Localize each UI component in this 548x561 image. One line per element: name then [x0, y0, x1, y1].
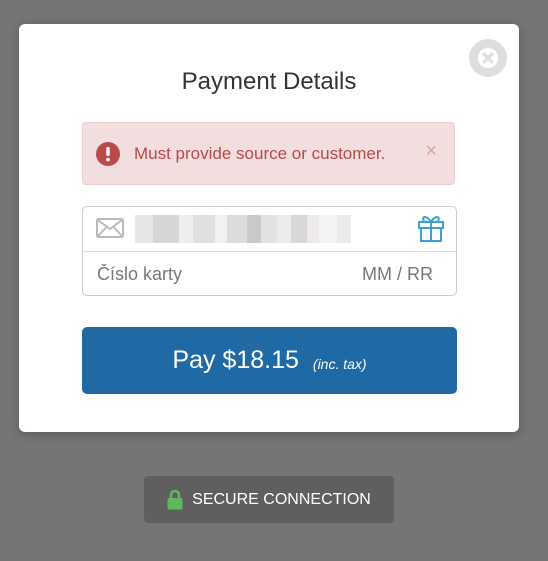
- expiry-field[interactable]: [353, 260, 433, 288]
- modal-title: Payment Details: [181, 68, 357, 95]
- card-number-field[interactable]: [97, 260, 297, 288]
- exclamation-circle-icon: [96, 141, 120, 166]
- secure-connection-label: SECURE CONNECTION: [192, 490, 371, 508]
- secure-connection-badge: SECURE CONNECTION: [144, 476, 394, 523]
- gift-icon[interactable]: [417, 213, 445, 248]
- alert-dismiss-button[interactable]: ×: [425, 141, 437, 161]
- envelope-icon: [96, 218, 124, 243]
- alert-message: Must provide source or customer.: [134, 143, 386, 163]
- email-row: [83, 207, 456, 252]
- email-field[interactable]: [135, 215, 365, 245]
- lock-icon: [167, 489, 183, 510]
- payment-modal: Payment Details Must provide source or c…: [19, 24, 519, 432]
- pay-tax-note: (inc. tax): [312, 355, 367, 372]
- error-alert: Must provide source or customer. ×: [82, 122, 455, 185]
- pay-button-label: Pay $18.15: [172, 346, 299, 374]
- card-form: [82, 206, 457, 296]
- close-icon: [478, 48, 498, 68]
- pay-button[interactable]: Pay $18.15 (inc. tax): [82, 327, 457, 394]
- card-details-row: [83, 252, 456, 296]
